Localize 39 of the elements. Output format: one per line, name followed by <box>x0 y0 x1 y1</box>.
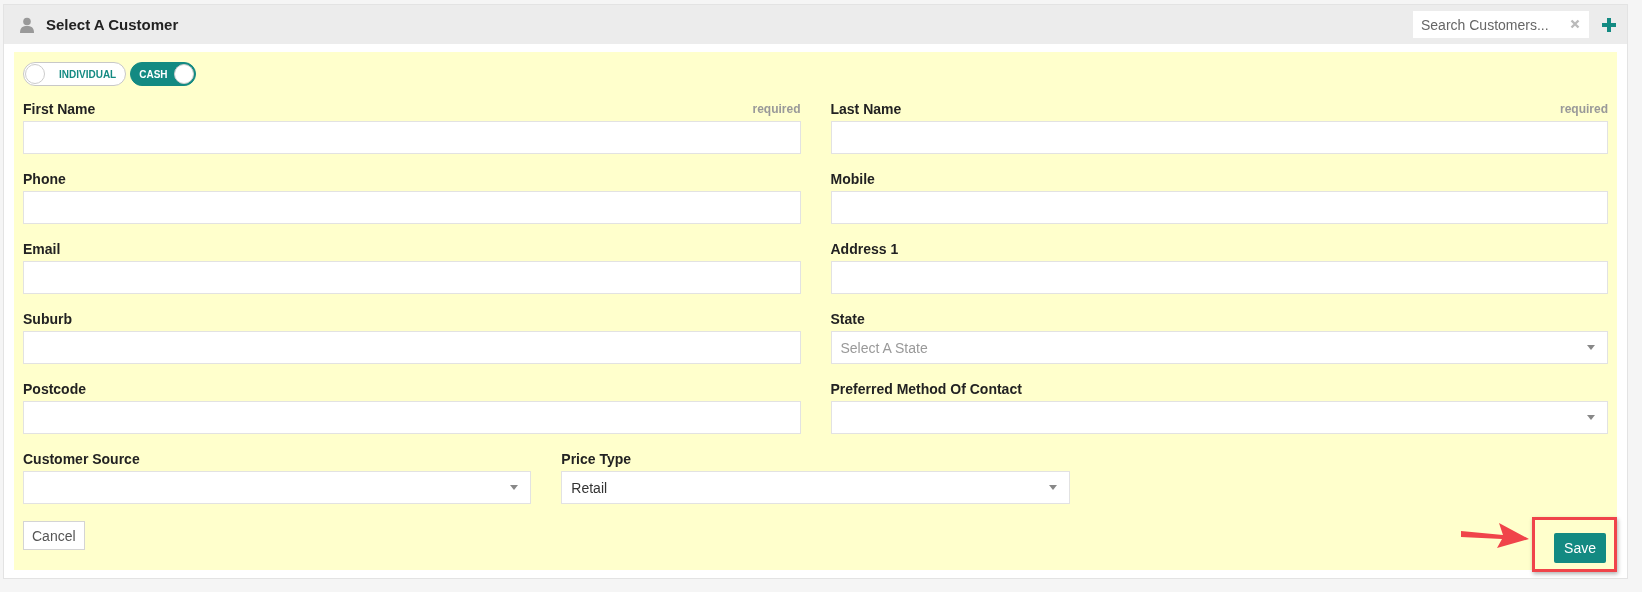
select-field[interactable]: Select A State <box>830 331 1608 364</box>
required-note: required <box>1560 102 1608 116</box>
required-note: required <box>752 102 801 116</box>
field-label: First Name <box>23 101 96 117</box>
user-icon <box>19 16 35 33</box>
field-label: Customer Source <box>23 451 140 467</box>
input-field[interactable] <box>23 331 801 364</box>
input-field[interactable] <box>23 191 801 224</box>
input-field[interactable] <box>23 261 801 294</box>
cancel-button[interactable]: Cancel <box>23 521 85 550</box>
toggle-switch[interactable]: CASH <box>130 62 196 86</box>
panel-title: Select A Customer <box>46 16 179 33</box>
input-field[interactable] <box>830 191 1608 224</box>
toggle-switch[interactable]: INDIVIDUAL <box>23 62 127 86</box>
input-field[interactable] <box>23 401 801 434</box>
field-label: Suburb <box>23 311 72 327</box>
caret-icon <box>1587 415 1595 420</box>
save-button[interactable]: Save <box>1554 533 1606 563</box>
caret-icon <box>510 485 519 490</box>
select-field[interactable] <box>830 401 1608 434</box>
clear-icon[interactable] <box>1570 19 1580 29</box>
field-label: Address 1 <box>830 241 899 257</box>
field-label: Phone <box>23 171 66 187</box>
input-field[interactable] <box>23 121 801 154</box>
select-field[interactable] <box>23 471 532 504</box>
select-field[interactable]: Retail <box>561 471 1070 504</box>
field-label: Price Type <box>561 451 632 467</box>
field-label: Email <box>23 241 61 257</box>
field-label: Preferred Method Of Contact <box>830 381 1022 397</box>
field-label: State <box>830 311 865 327</box>
caret-icon <box>1587 345 1595 350</box>
search-field[interactable]: Search Customers... <box>1413 11 1589 38</box>
field-label: Last Name <box>830 101 902 117</box>
add-icon[interactable] <box>1601 16 1617 33</box>
caret-icon <box>1048 485 1057 490</box>
field-label: Mobile <box>830 171 875 187</box>
field-label: Postcode <box>23 381 86 397</box>
input-field[interactable] <box>830 121 1608 154</box>
input-field[interactable] <box>830 261 1608 294</box>
